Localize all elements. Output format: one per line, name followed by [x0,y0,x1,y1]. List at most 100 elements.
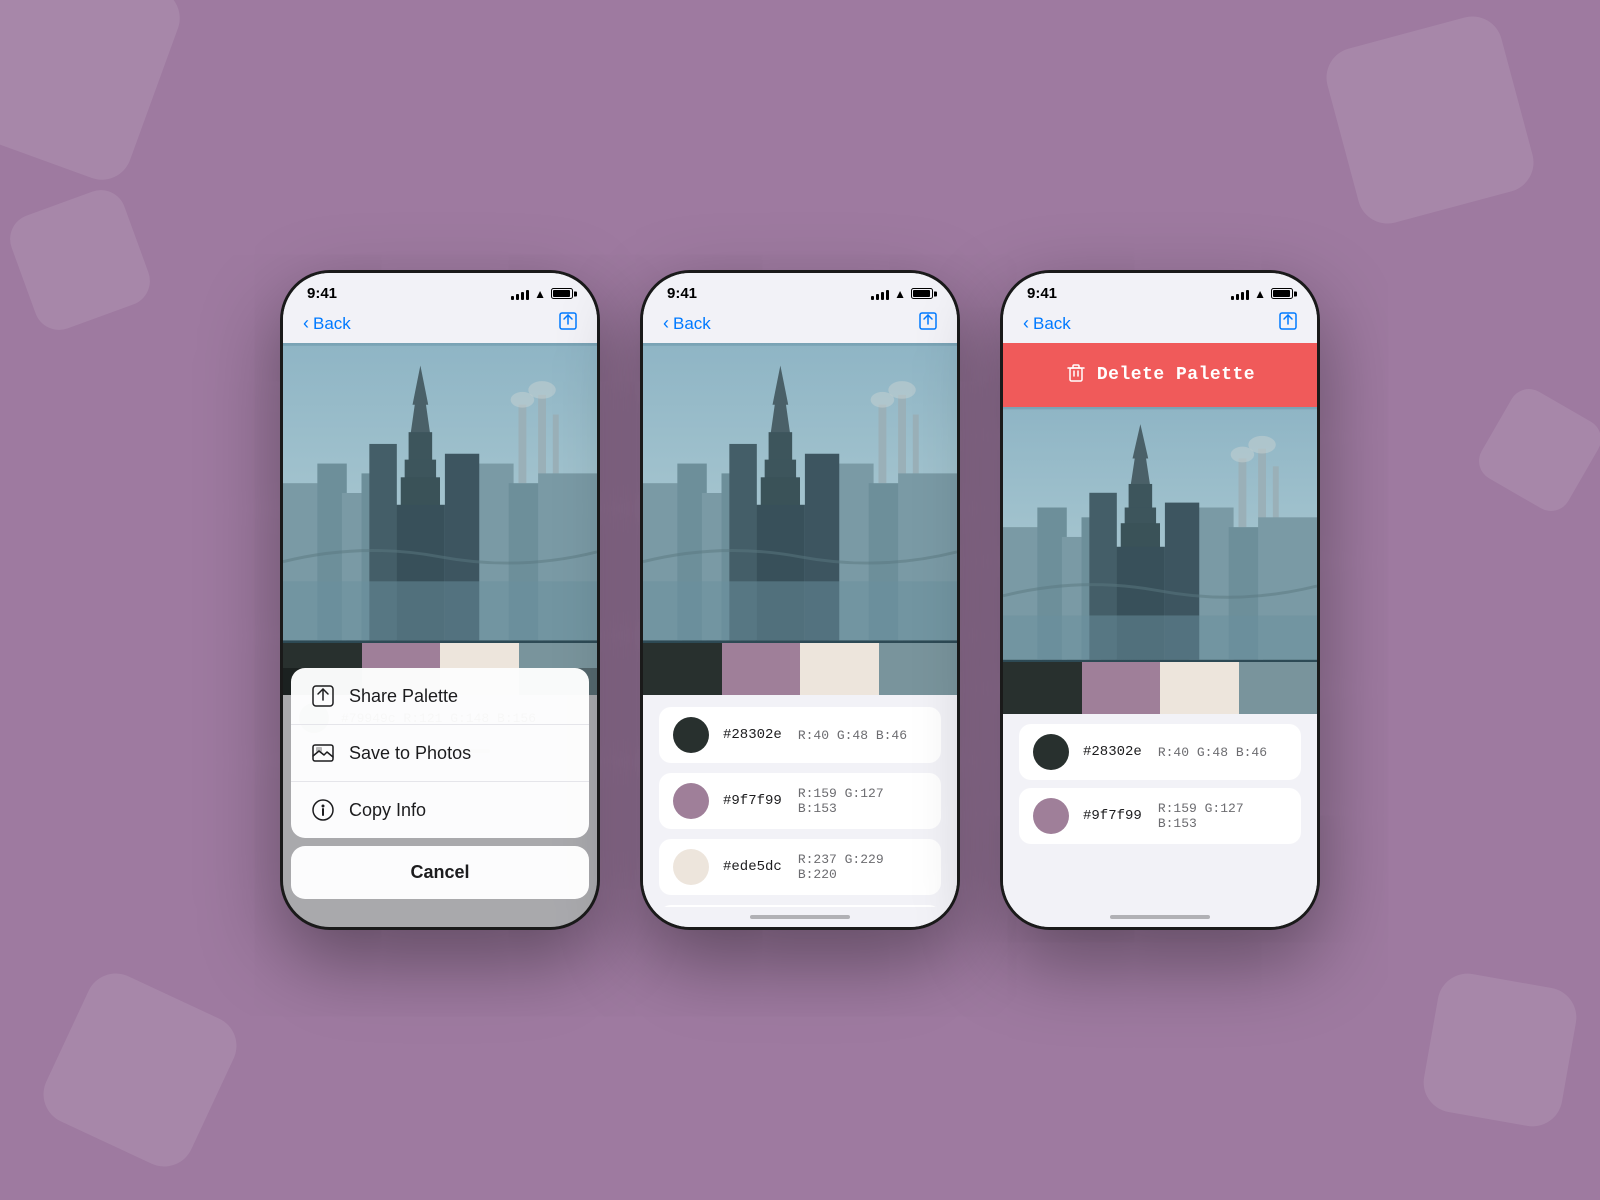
color-dot-mauve [673,783,709,819]
save-to-photos-action[interactable]: Save to Photos [291,725,589,782]
phone-3-time: 9:41 [1027,285,1057,302]
phone-2-inner: 9:41 ▲ ‹ Back [643,273,957,927]
rgb-3-2: R:159 G:127 B:153 [1158,801,1287,831]
phone-2-palette-strip [643,643,957,695]
color-row-2[interactable]: #9f7f99 R:159 G:127 B:153 [659,773,941,829]
home-bar-3 [1110,915,1210,919]
wifi-icon: ▲ [534,287,546,301]
chevron-left-icon: ‹ [303,313,309,334]
battery-icon [551,288,573,299]
wifi-icon-2: ▲ [894,287,906,301]
copy-info-action[interactable]: Copy Info [291,782,589,838]
phone-2-color-list: #28302e R:40 G:48 B:46 #9f7f99 R:159 G:1… [643,695,957,907]
swatch-2-cream [800,643,879,695]
color-info-2: #9f7f99 R:159 G:127 B:153 [723,786,927,816]
color-info-3: #ede5dc R:237 G:229 B:220 [723,852,927,882]
phone-3-status-bar: 9:41 ▲ [1003,273,1317,306]
phone-3-inner: 9:41 ▲ ‹ Back [1003,273,1317,927]
back-label-2: Back [673,314,711,334]
phone-3-color-list: #28302e R:40 G:48 B:46 #9f7f99 R:159 G:1… [1003,714,1317,907]
phone-2-status-icons: ▲ [871,287,933,301]
copy-info-label: Copy Info [349,800,426,821]
action-sheet-overlay: Share Palette Save to Photos [283,668,597,927]
share-icon [311,684,335,708]
color-dot-3-dark [1033,734,1069,770]
photos-icon [311,741,335,765]
swatch-3-cream [1160,662,1239,714]
city-image-2 [643,343,957,643]
swatch-2-dark [643,643,722,695]
delete-palette-bar[interactable]: Delete Palette [1003,343,1317,407]
share-palette-label: Share Palette [349,686,458,707]
rgb-3-1: R:40 G:48 B:46 [1158,745,1267,760]
city-image-1 [283,343,597,643]
phone-1: 9:41 ▲ ‹ Back [280,270,600,930]
phone-3-status-icons: ▲ [1231,287,1293,301]
home-bar-2 [750,915,850,919]
color-info-3-1: #28302e R:40 G:48 B:46 [1083,744,1267,760]
phone-2-status-bar: 9:41 ▲ [643,273,957,306]
rgb-2: R:159 G:127 B:153 [798,786,927,816]
color-info-3-2: #9f7f99 R:159 G:127 B:153 [1083,801,1287,831]
hex-1: #28302e [723,727,782,743]
swatch-2-mauve [722,643,801,695]
swatch-3-mauve [1082,662,1161,714]
phone-1-time: 9:41 [307,285,337,302]
save-to-photos-label: Save to Photos [349,743,471,764]
phone-2-share-button[interactable] [919,312,937,335]
hex-3: #ede5dc [723,859,782,875]
phone-3: 9:41 ▲ ‹ Back [1000,270,1320,930]
info-icon [311,798,335,822]
phone-1-photo [283,343,597,643]
color-dot-dark [673,717,709,753]
hex-3-1: #28302e [1083,744,1142,760]
phone-1-nav-bar: ‹ Back [283,306,597,343]
rgb-3: R:237 G:229 B:220 [798,852,927,882]
phone-2-nav-bar: ‹ Back [643,306,957,343]
color-row-3-2[interactable]: #9f7f99 R:159 G:127 B:153 [1019,788,1301,844]
phones-container: 9:41 ▲ ‹ Back [280,270,1320,930]
phone-2-back-button[interactable]: ‹ Back [663,314,711,334]
color-row-1[interactable]: #28302e R:40 G:48 B:46 [659,707,941,763]
swatch-2-steel [879,643,958,695]
signal-icon-2 [871,288,889,300]
phone-3-back-button[interactable]: ‹ Back [1023,314,1071,334]
hex-2: #9f7f99 [723,793,782,809]
color-info-1: #28302e R:40 G:48 B:46 [723,727,907,743]
phone-3-home-indicator [1003,907,1317,927]
phone-3-photo [1003,407,1317,662]
phone-3-palette-strip [1003,662,1317,714]
color-row-3-1[interactable]: #28302e R:40 G:48 B:46 [1019,724,1301,780]
trash-icon [1065,361,1087,389]
battery-icon-2 [911,288,933,299]
phone-3-nav-bar: ‹ Back [1003,306,1317,343]
delete-palette-label: Delete Palette [1097,365,1255,385]
phone-2: 9:41 ▲ ‹ Back [640,270,960,930]
color-dot-cream [673,849,709,885]
phone-1-share-button[interactable] [559,312,577,335]
swatch-3-dark [1003,662,1082,714]
signal-icon-3 [1231,288,1249,300]
phone-2-time: 9:41 [667,285,697,302]
wifi-icon-3: ▲ [1254,287,1266,301]
phone-1-status-bar: 9:41 ▲ [283,273,597,306]
hex-3-2: #9f7f99 [1083,808,1142,824]
battery-icon-3 [1271,288,1293,299]
color-row-3[interactable]: #ede5dc R:237 G:229 B:220 [659,839,941,895]
color-dot-3-mauve [1033,798,1069,834]
phone-1-inner: 9:41 ▲ ‹ Back [283,273,597,927]
swatch-3-steel [1239,662,1318,714]
city-image-3 [1003,407,1317,662]
phone-2-photo [643,343,957,643]
signal-icon [511,288,529,300]
action-sheet: Share Palette Save to Photos [291,668,589,838]
back-label: Back [313,314,351,334]
phone-1-back-button[interactable]: ‹ Back [303,314,351,334]
chevron-left-icon-3: ‹ [1023,313,1029,334]
phone-1-status-icons: ▲ [511,287,573,301]
cancel-button[interactable]: Cancel [291,846,589,899]
phone-3-share-button[interactable] [1279,312,1297,335]
back-label-3: Back [1033,314,1071,334]
share-palette-action[interactable]: Share Palette [291,668,589,725]
rgb-1: R:40 G:48 B:46 [798,728,907,743]
